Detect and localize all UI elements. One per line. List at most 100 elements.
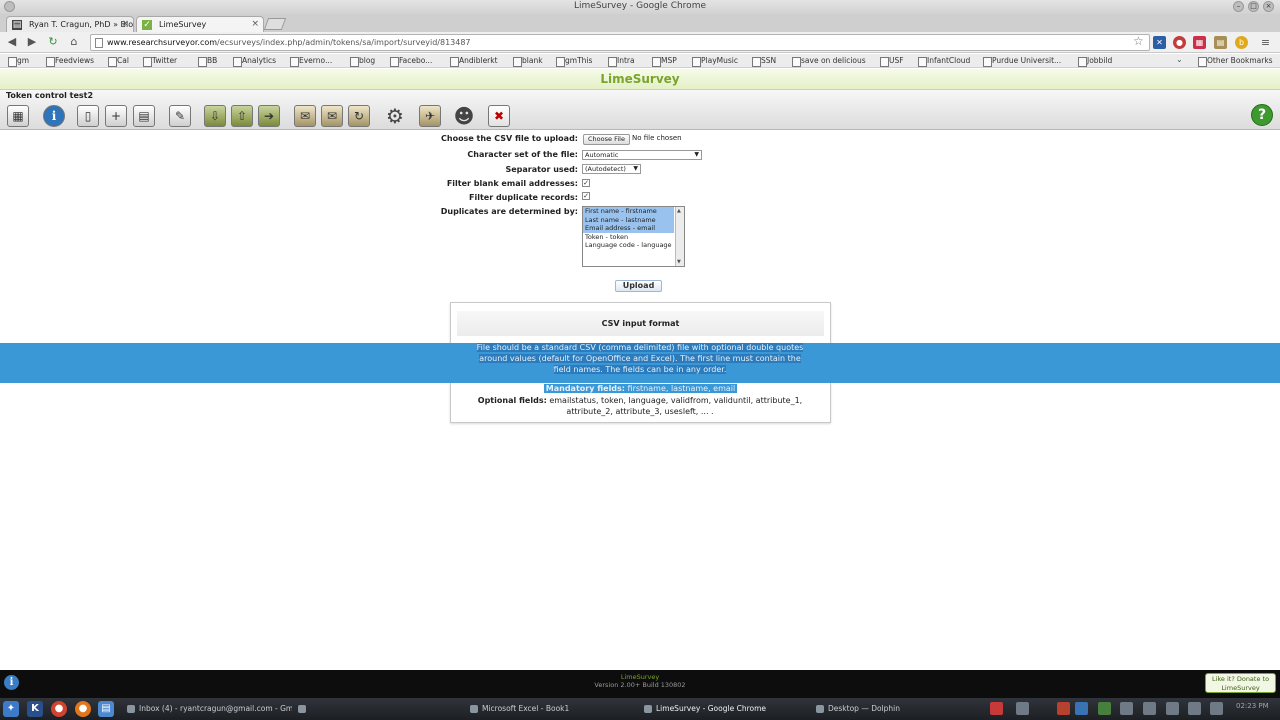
bookmark-item[interactable]: Feedviews xyxy=(46,56,94,67)
address-bar[interactable]: www.researchsurveyor.com/ecsurveys/index… xyxy=(90,34,1150,51)
import-csv-icon[interactable]: ⇧ xyxy=(231,105,253,127)
listbox-option[interactable]: Token - token xyxy=(583,233,674,242)
extension-lastpass-icon[interactable]: ● xyxy=(1173,36,1186,49)
export-tokens-icon[interactable]: ⇩ xyxy=(204,105,226,127)
bookmark-item[interactable]: Intra xyxy=(608,56,635,67)
extension-grid-icon[interactable]: ▦ xyxy=(1193,36,1206,49)
other-bookmarks[interactable]: Other Bookmarks xyxy=(1198,56,1273,67)
survey-home-icon[interactable]: ▦ xyxy=(7,105,29,127)
task-dolphin[interactable]: Desktop — Dolphin xyxy=(816,701,976,717)
send-email-invitation-icon[interactable]: ✉ xyxy=(321,105,343,127)
listbox-option[interactable]: First name - firstname xyxy=(583,207,674,216)
bounce-processing-icon[interactable]: ✈ xyxy=(419,105,441,127)
bookmark-item[interactable]: InfantCloud xyxy=(918,56,970,67)
tray-display-icon[interactable] xyxy=(1016,702,1029,715)
charset-select[interactable]: Automatic ▼ xyxy=(582,150,702,160)
maximize-button[interactable]: □ xyxy=(1248,1,1259,12)
taskbar-clock[interactable]: 02:23 PM xyxy=(1236,702,1269,710)
donate-button[interactable]: Like it? Donate to LimeSurvey xyxy=(1205,673,1276,693)
central-participants-icon[interactable]: ☻ xyxy=(453,105,475,127)
listbox-option[interactable]: Email address - email xyxy=(583,224,674,233)
upload-button[interactable]: Upload xyxy=(615,280,662,292)
extension-x-icon[interactable]: ✕ xyxy=(1153,36,1166,49)
menu-wrench-icon[interactable]: ≡ xyxy=(1259,36,1272,49)
file-manager-icon[interactable]: ▤ xyxy=(98,701,114,717)
tab-blog[interactable]: ▤ Ryan T. Cragun, PhD » Blo × xyxy=(6,16,134,32)
bookmark-item[interactable]: MSP xyxy=(652,56,677,67)
listbox-scrollbar[interactable]: ▲ ▼ xyxy=(675,207,684,266)
tray-network-icon[interactable] xyxy=(1075,702,1088,715)
tab-limesurvey[interactable]: ✓ LimeSurvey × xyxy=(136,16,264,32)
import-ldap-icon[interactable]: ➔ xyxy=(258,105,280,127)
chrome-icon[interactable]: ● xyxy=(51,701,67,717)
bookmark-item[interactable]: Facebo... xyxy=(390,56,432,67)
start-menu-icon[interactable]: ✦ xyxy=(3,701,19,717)
scroll-up-icon[interactable]: ▲ xyxy=(677,208,681,214)
listbox-option[interactable]: Last name - lastname xyxy=(583,215,674,224)
bookmarks-bar: gm Feedviews Cal Twitter BB Analytics Ev… xyxy=(0,54,1280,68)
bookmark-item[interactable]: Cal xyxy=(108,56,129,67)
tray-volume-icon[interactable] xyxy=(1143,702,1156,715)
bookmark-item[interactable]: Evernо... xyxy=(290,56,332,67)
task-chrome[interactable]: LimeSurvey - Google Chrome xyxy=(644,701,804,717)
add-token-icon[interactable]: + xyxy=(105,105,127,127)
bookmark-item[interactable]: blog xyxy=(350,56,375,67)
tab-close-icon[interactable]: × xyxy=(251,19,259,29)
token-summary-info-icon[interactable]: i xyxy=(43,105,65,127)
bookmark-item[interactable]: Purdue Universit... xyxy=(983,56,1061,67)
bookmark-star-icon[interactable]: ☆ xyxy=(1133,34,1144,48)
filter-duplicate-checkbox[interactable]: ✓ xyxy=(582,192,590,200)
bookmark-item[interactable]: gm xyxy=(8,56,29,67)
separator-select[interactable]: (Autodetect) ▼ xyxy=(582,164,641,174)
bookmark-item[interactable]: blank xyxy=(513,56,543,67)
scroll-down-icon[interactable]: ▼ xyxy=(677,259,681,265)
bookmark-item[interactable]: gmThis xyxy=(556,56,592,67)
tray-power-icon[interactable] xyxy=(990,702,1003,715)
home-icon[interactable]: ⌂ xyxy=(67,35,81,49)
extension-b-icon[interactable]: b xyxy=(1235,36,1248,49)
create-dummy-tokens-icon[interactable]: ▤ xyxy=(133,105,155,127)
extension-page-icon[interactable]: ▤ xyxy=(1214,36,1227,49)
tray-expand-icon[interactable] xyxy=(1210,702,1223,715)
bookmark-item[interactable]: save on delicious xyxy=(792,56,866,67)
bookmarks-chevron-icon[interactable]: ⌄ xyxy=(1176,55,1183,64)
bookmark-item[interactable]: Twitter xyxy=(143,56,177,67)
display-tokens-icon[interactable]: ▯ xyxy=(77,105,99,127)
listbox-option[interactable]: Language code - language xyxy=(583,241,674,250)
bounce-settings-gear-icon[interactable]: ⚙ xyxy=(384,105,406,127)
bookmark-item[interactable]: Jobbild xyxy=(1078,56,1112,67)
choose-file-button[interactable]: Choose File xyxy=(583,134,630,145)
bookmark-item[interactable]: Andiblerkt xyxy=(450,56,498,67)
delete-tokens-table-icon[interactable]: ✖ xyxy=(488,105,510,127)
tray-battery-icon[interactable] xyxy=(1166,702,1179,715)
send-email-reminder-icon[interactable]: ↻ xyxy=(348,105,370,127)
tab-close-icon[interactable]: × xyxy=(121,19,129,29)
help-icon[interactable]: ? xyxy=(1251,104,1273,126)
tray-update-icon[interactable] xyxy=(1098,702,1111,715)
invitation-email-icon[interactable]: ✉ xyxy=(294,105,316,127)
task-blurred[interactable] xyxy=(298,701,458,717)
tray-app-icon[interactable] xyxy=(1057,702,1070,715)
filter-blank-email-checkbox[interactable]: ✓ xyxy=(582,179,590,187)
duplicates-fields-listbox[interactable]: First name - firstname Last name - lastn… xyxy=(582,206,685,267)
tray-clipboard-icon[interactable] xyxy=(1120,702,1133,715)
minimize-button[interactable]: – xyxy=(1233,1,1244,12)
task-gmail[interactable]: Inbox (4) - ryantcragun@gmail.com - Gm xyxy=(127,701,292,717)
new-tab-button[interactable] xyxy=(263,18,287,30)
bookmark-item[interactable]: PlayMusic xyxy=(692,56,738,67)
bookmark-item[interactable]: SSN xyxy=(752,56,776,67)
back-icon[interactable]: ◀ xyxy=(5,35,19,49)
tray-notify-icon[interactable] xyxy=(1188,702,1201,715)
forward-icon[interactable]: ▶ xyxy=(25,35,39,49)
manage-attributes-icon[interactable]: ✎ xyxy=(169,105,191,127)
dropdown-arrow-icon: ▼ xyxy=(694,151,699,158)
bookmark-item[interactable]: Analytics xyxy=(233,56,276,67)
bookmark-item[interactable]: USF xyxy=(880,56,904,67)
task-excel[interactable]: Microsoft Excel - Book1 xyxy=(470,701,630,717)
kde-k-icon[interactable]: K xyxy=(27,701,43,717)
bookmark-item[interactable]: BB xyxy=(198,56,217,67)
reload-icon[interactable]: ↻ xyxy=(46,35,60,49)
firefox-icon[interactable]: ● xyxy=(75,701,91,717)
close-window-button[interactable]: × xyxy=(1263,1,1274,12)
limesurvey-favicon-icon: ✓ xyxy=(142,20,152,30)
